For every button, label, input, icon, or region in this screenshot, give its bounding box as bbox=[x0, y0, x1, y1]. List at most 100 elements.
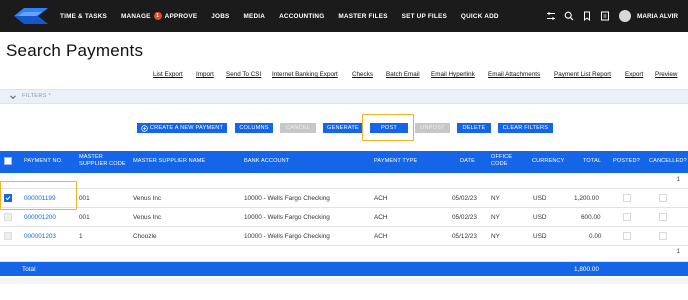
avatar[interactable] bbox=[619, 10, 632, 22]
action-links: List Export Import Send To CSI Internet … bbox=[0, 71, 688, 83]
payment-total: 0.00 bbox=[589, 233, 602, 240]
create-payment-label: CREATE A NEW PAYMENT bbox=[149, 125, 224, 131]
chevron-down-icon bbox=[10, 95, 16, 100]
row-checkbox[interactable] bbox=[4, 232, 12, 240]
nav-quick-add[interactable]: QUICK ADD bbox=[461, 13, 499, 20]
payment-date: 05/02/23 bbox=[452, 214, 477, 221]
supplier-code: 001 bbox=[79, 214, 90, 221]
create-payment-button[interactable]: CREATE A NEW PAYMENT bbox=[137, 123, 227, 133]
payment-no-link[interactable]: 000001200 bbox=[24, 214, 56, 221]
row-checkbox[interactable] bbox=[4, 213, 12, 221]
batch-email-link[interactable]: Batch Email bbox=[386, 71, 420, 78]
summary-count: 1 bbox=[676, 177, 680, 183]
supplier-code: 001 bbox=[79, 195, 90, 202]
table-row[interactable]: 000001199 001 Venus Inc 10000 - Wells Fa… bbox=[0, 189, 688, 208]
payment-total: 1,200.00 bbox=[574, 195, 599, 202]
send-to-csi-link[interactable]: Send To CSI bbox=[226, 71, 261, 78]
col-payment-type[interactable]: PAYMENT TYPE bbox=[374, 158, 417, 165]
preview-link[interactable]: Preview bbox=[655, 71, 677, 78]
import-link[interactable]: Import bbox=[196, 71, 214, 78]
delete-button[interactable]: DELETE bbox=[457, 123, 491, 133]
posted-checkbox[interactable] bbox=[623, 232, 631, 240]
brand-logo[interactable] bbox=[14, 8, 48, 24]
payment-date: 05/02/23 bbox=[452, 195, 477, 202]
col-cancelled[interactable]: CANCELLED? bbox=[649, 158, 687, 165]
clear-filters-button[interactable]: CLEAR FILTERS bbox=[498, 123, 553, 133]
col-payment-no[interactable]: PAYMENT NO. bbox=[24, 158, 63, 165]
plus-circle-icon bbox=[141, 124, 148, 132]
payment-type: ACH bbox=[374, 233, 388, 240]
office-code: NY bbox=[491, 195, 500, 202]
export-link[interactable]: Export bbox=[625, 71, 643, 78]
footer-count: 1 bbox=[676, 249, 680, 255]
email-hyperlink-link[interactable]: Email Hyperlink bbox=[431, 71, 475, 78]
page-title: Search Payments bbox=[6, 41, 144, 60]
help-icon[interactable] bbox=[599, 10, 611, 22]
main-menu: TIME & TASKS MANAGE 1 APPROVE JOBS MEDIA… bbox=[60, 0, 513, 32]
bank-account: 10000 - Wells Fargo Checking bbox=[244, 233, 330, 240]
user-name[interactable]: MARIA ALVIR bbox=[637, 13, 678, 20]
checks-link[interactable]: Checks bbox=[352, 71, 373, 78]
office-code: NY bbox=[491, 214, 500, 221]
nav-approve[interactable]: APPROVE bbox=[165, 13, 198, 20]
posted-checkbox[interactable] bbox=[623, 213, 631, 221]
user-toolbar: MARIA ALVIR bbox=[539, 0, 678, 32]
col-bank-account[interactable]: BANK ACCOUNT bbox=[244, 158, 289, 165]
payment-no-link[interactable]: 000001203 bbox=[24, 233, 56, 240]
cancelled-checkbox[interactable] bbox=[659, 213, 667, 221]
select-all-checkbox[interactable] bbox=[4, 157, 12, 165]
nav-time-tasks[interactable]: TIME & TASKS bbox=[60, 13, 107, 20]
generate-button[interactable]: GENERATE bbox=[323, 123, 363, 133]
nav-master-files[interactable]: MASTER FILES bbox=[338, 13, 387, 20]
filters-label: FILTERS * bbox=[22, 93, 52, 99]
nav-set-up-files[interactable]: SET UP FILES bbox=[402, 13, 447, 20]
payment-type: ACH bbox=[374, 195, 388, 202]
col-currency[interactable]: CURRENCY bbox=[532, 158, 565, 165]
footer-total-value: 1,800.00 bbox=[574, 266, 599, 273]
table-row[interactable]: 000001203 1 Choozle 10000 - Wells Fargo … bbox=[0, 227, 688, 246]
row-highlight bbox=[0, 181, 77, 210]
cancelled-checkbox[interactable] bbox=[659, 194, 667, 202]
supplier-name: Venus Inc bbox=[133, 195, 162, 202]
table-footer: Total 1,800.00 bbox=[0, 262, 688, 276]
nav-manage-label: MANAGE bbox=[121, 12, 151, 20]
approve-count-badge: 1 bbox=[153, 12, 162, 20]
table-summary-row: 1 bbox=[0, 173, 688, 189]
supplier-name: Choozle bbox=[133, 233, 157, 240]
bank-account: 10000 - Wells Fargo Checking bbox=[244, 195, 330, 202]
list-export-link[interactable]: List Export bbox=[153, 71, 183, 78]
bookmark-icon[interactable] bbox=[581, 10, 593, 22]
col-office-code[interactable]: OFFICE CODE bbox=[491, 154, 519, 168]
email-attachments-link[interactable]: Email Attachments bbox=[488, 71, 540, 78]
bank-account: 10000 - Wells Fargo Checking bbox=[244, 214, 330, 221]
filters-bar[interactable]: FILTERS * bbox=[0, 89, 688, 104]
col-posted[interactable]: POSTED? bbox=[613, 158, 640, 165]
col-master-supplier-name[interactable]: MASTER SUPPLIER NAME bbox=[133, 158, 205, 165]
supplier-name: Venus Inc bbox=[133, 214, 162, 221]
table-row[interactable]: 000001200 001 Venus Inc 10000 - Wells Fa… bbox=[0, 208, 688, 227]
nav-media[interactable]: MEDIA bbox=[243, 13, 265, 20]
col-date[interactable]: DATE bbox=[460, 158, 475, 165]
posted-checkbox[interactable] bbox=[623, 194, 631, 202]
unpost-button[interactable]: UNPOST bbox=[415, 123, 450, 133]
currency: USD bbox=[533, 233, 547, 240]
internet-banking-export-link[interactable]: Internet Banking Export bbox=[272, 71, 338, 78]
payment-date: 05/12/23 bbox=[452, 233, 477, 240]
currency: USD bbox=[533, 195, 547, 202]
col-master-supplier-code[interactable]: MASTER SUPPLIER CODE bbox=[79, 154, 129, 168]
cancel-button[interactable]: CANCEL bbox=[280, 123, 316, 133]
post-button-highlight bbox=[362, 114, 414, 141]
payment-list-report-link[interactable]: Payment List Report bbox=[554, 71, 611, 78]
cancelled-checkbox[interactable] bbox=[659, 232, 667, 240]
nav-manage[interactable]: MANAGE 1 bbox=[121, 12, 165, 20]
payment-type: ACH bbox=[374, 214, 388, 221]
nav-jobs[interactable]: JOBS bbox=[211, 13, 229, 20]
top-navigation-bar: TIME & TASKS MANAGE 1 APPROVE JOBS MEDIA… bbox=[0, 0, 688, 32]
horizontal-scrollbar[interactable] bbox=[0, 278, 688, 284]
columns-button[interactable]: COLUMNS bbox=[235, 123, 273, 133]
nav-accounting[interactable]: ACCOUNTING bbox=[279, 13, 324, 20]
footer-total-label: Total bbox=[22, 266, 36, 273]
sliders-icon[interactable] bbox=[545, 10, 557, 22]
search-icon[interactable] bbox=[563, 10, 575, 22]
col-total[interactable]: TOTAL bbox=[583, 158, 601, 165]
